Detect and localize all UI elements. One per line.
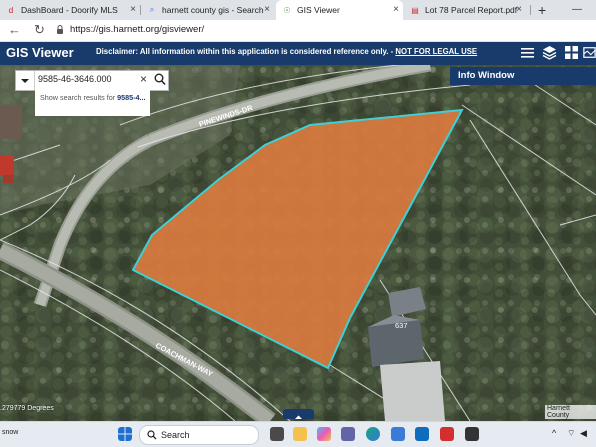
not-for-legal-use-link[interactable]: NOT FOR LEGAL USE — [395, 47, 477, 56]
scale-readout: .279779 Degrees — [0, 405, 54, 412]
close-tab-icon[interactable]: × — [264, 4, 270, 15]
outlook-icon[interactable] — [415, 427, 429, 441]
caret-down-icon — [21, 79, 29, 83]
search-type-dropdown[interactable] — [16, 71, 35, 90]
minimize-icon[interactable]: — — [572, 0, 582, 20]
tab-title: DashBoard - Doorify MLS — [21, 5, 118, 15]
teams-icon[interactable] — [341, 427, 355, 441]
tab-doorify[interactable]: d DashBoard - Doorify MLS × — [0, 0, 140, 20]
close-tab-icon[interactable]: × — [516, 4, 522, 15]
app-title: GIS Viewer — [6, 45, 74, 60]
app-red-icon[interactable] — [440, 427, 454, 441]
clear-search-icon[interactable]: × — [140, 72, 147, 86]
basemap-icon[interactable] — [583, 45, 596, 60]
tab-title: GIS Viewer — [297, 5, 340, 15]
search-input[interactable] — [38, 74, 143, 84]
weather-widget-text[interactable]: snow — [2, 429, 18, 436]
back-icon[interactable]: ← — [8, 23, 21, 37]
layers-icon[interactable] — [542, 45, 557, 60]
edge-icon[interactable] — [366, 427, 380, 441]
wifi-icon[interactable]: ⌔ — [567, 428, 575, 439]
tab-title: harnett county gis - Search — [162, 5, 264, 15]
store-icon[interactable] — [391, 427, 405, 441]
refresh-icon[interactable]: ↻ — [34, 23, 45, 37]
tab-parcel-report[interactable]: ▤ Lot 78 Parcel Report.pdf × — [404, 0, 526, 20]
menu-icon[interactable] — [520, 45, 535, 60]
task-view-icon[interactable] — [270, 427, 284, 441]
new-tab-button[interactable]: + — [538, 0, 546, 20]
search-icon[interactable] — [154, 73, 166, 86]
tab-search[interactable]: ⌕ harnett county gis - Search × — [141, 0, 274, 20]
chevron-up-icon[interactable]: ^ — [552, 428, 556, 438]
tab-title: Lot 78 Parcel Report.pdf — [425, 5, 518, 15]
taskbar-search-label: Search — [161, 430, 190, 440]
grid-apps-icon[interactable] — [564, 45, 579, 60]
search-suggestion[interactable]: Show search results for 9585-4... — [35, 90, 150, 116]
address-bar: ← ↻ https://gis.harnett.org/gisviewer/ — [0, 20, 596, 42]
app-dark-icon[interactable] — [465, 427, 479, 441]
taskbar-search[interactable]: Search — [139, 425, 259, 445]
expand-panel-button[interactable] — [283, 409, 314, 419]
parcel-search-box: × — [15, 70, 169, 91]
map-view[interactable]: PINEWINDS-DR COACHMAN-WAY 637 — [0, 65, 596, 421]
windows-taskbar: snow Search ^ ⌔ ◀ — [0, 421, 596, 447]
suggestion-prefix: Show search results for — [40, 93, 116, 102]
suggestion-term: 9585-4... — [117, 93, 146, 102]
search-icon: ⌕ — [149, 5, 155, 14]
volume-icon[interactable]: ◀ — [580, 428, 587, 439]
gis-header: GIS Viewer Disclaimer: All information w… — [0, 42, 596, 65]
house-number-label: 637 — [395, 321, 408, 330]
browser-tab-bar: d DashBoard - Doorify MLS × ⌕ harnett co… — [0, 0, 596, 20]
copilot-icon[interactable] — [317, 427, 331, 441]
info-window-header[interactable]: Info Window — [450, 67, 596, 85]
aerial-imagery: PINEWINDS-DR COACHMAN-WAY 637 — [0, 65, 596, 421]
site-info-icon[interactable] — [56, 25, 64, 34]
disclaimer: Disclaimer: All information within this … — [96, 47, 394, 56]
disclaimer-text: Disclaimer: All information within this … — [96, 47, 477, 56]
close-tab-icon[interactable]: × — [130, 4, 136, 15]
url-field[interactable]: https://gis.harnett.org/gisviewer/ — [70, 24, 204, 35]
doorify-icon: d — [8, 5, 14, 15]
start-icon[interactable] — [118, 427, 132, 441]
search-icon — [147, 430, 157, 440]
file-explorer-icon[interactable] — [293, 427, 307, 441]
gis-globe-icon: ☉ — [283, 5, 291, 15]
close-tab-icon[interactable]: × — [393, 4, 399, 15]
info-window-title: Info Window — [458, 70, 515, 81]
pdf-icon: ▤ — [411, 5, 419, 15]
map-credit: Harnett County — [545, 405, 596, 419]
tab-gis-viewer[interactable]: ☉ GIS Viewer × — [276, 0, 403, 20]
